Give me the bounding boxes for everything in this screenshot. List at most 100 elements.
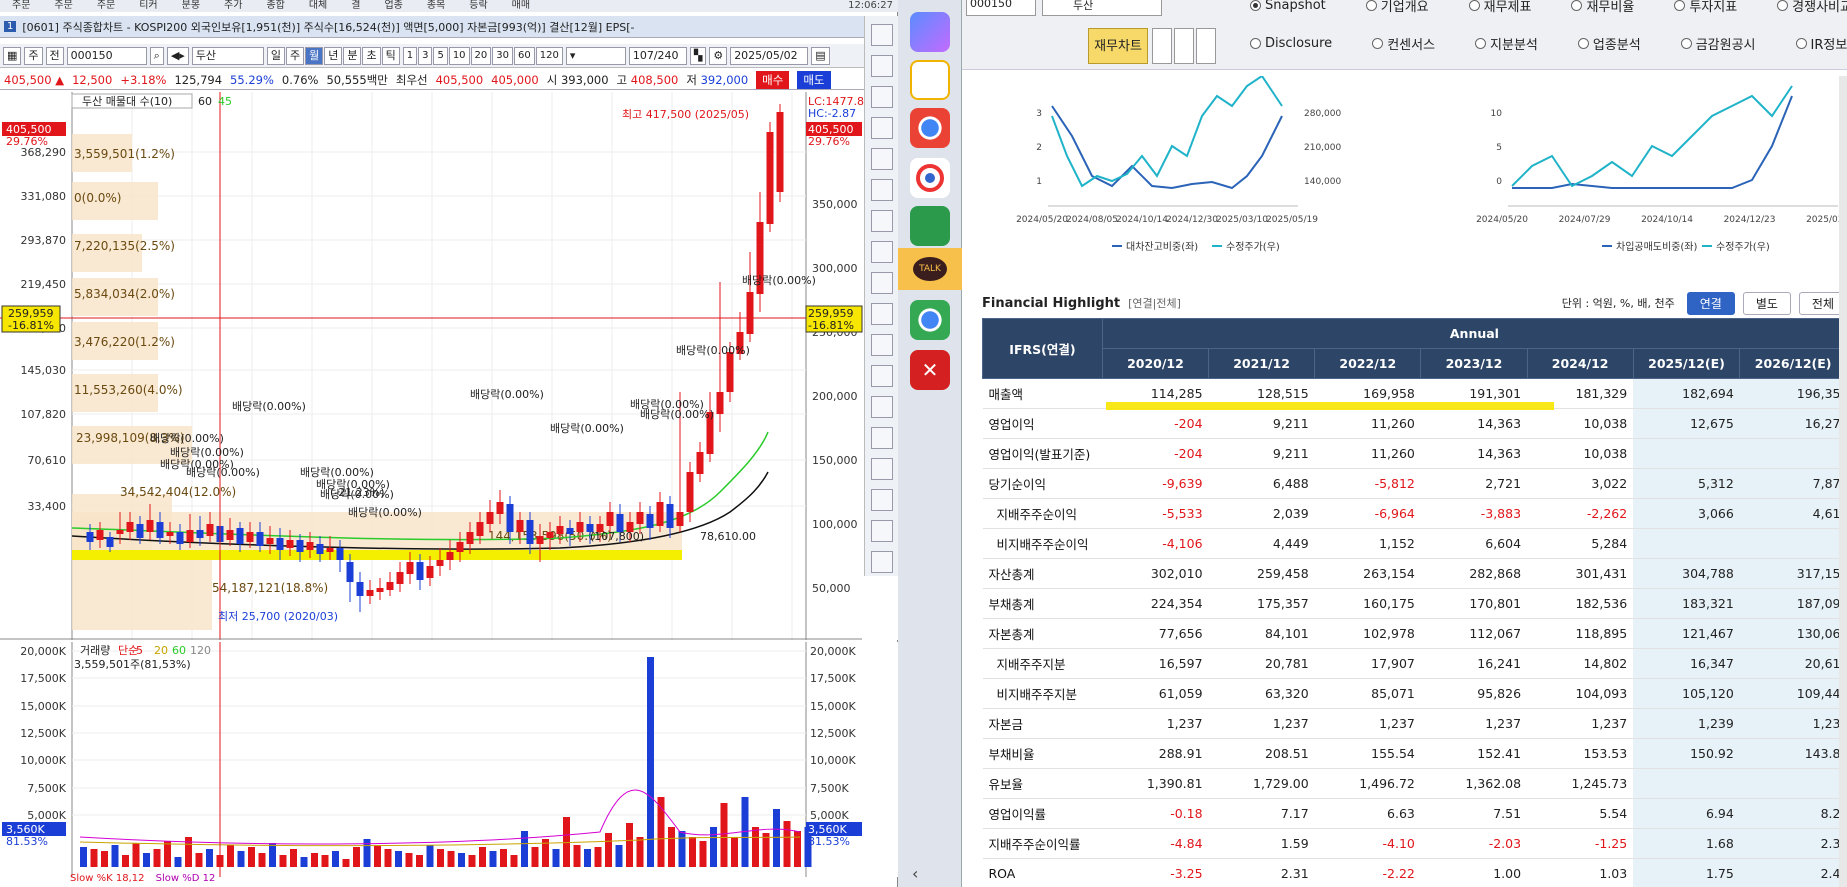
table-cell: 4,61 <box>1739 498 1847 529</box>
menu-item[interactable]: 종합 <box>254 1 296 11</box>
interval-tab[interactable]: 5 <box>433 46 448 65</box>
interval-tab[interactable]: 30 <box>492 46 514 65</box>
sell-button[interactable]: 매도 <box>797 70 831 89</box>
report-radio[interactable]: 투자지표 <box>1674 0 1737 15</box>
drawing-tool-button[interactable] <box>871 458 893 480</box>
drawing-tool-button[interactable] <box>871 427 893 449</box>
menu-item[interactable]: 등락 <box>457 1 499 11</box>
chart-tools-icon[interactable]: ▚ <box>689 46 707 65</box>
report-radio[interactable]: 재무비율 <box>1571 0 1634 15</box>
chrome-profile-icon[interactable] <box>910 300 950 340</box>
vertical-scrollbar[interactable] <box>1839 76 1847 887</box>
interval-tab[interactable]: 10 <box>448 46 470 65</box>
company-code-input[interactable]: 000150 <box>966 0 1036 16</box>
drawing-tool-button[interactable] <box>871 520 893 542</box>
report-radio[interactable]: 재무제표 <box>1468 0 1531 15</box>
drawing-tool-button[interactable] <box>871 365 893 387</box>
interval-select[interactable]: ▾ <box>565 46 626 65</box>
search-icon[interactable]: ⌕ <box>149 46 164 65</box>
report-radio[interactable]: Disclosure <box>1250 34 1332 53</box>
grid-icon[interactable]: ▦ <box>3 46 22 65</box>
mini-legend-item: 수정주가(우) <box>1226 241 1280 253</box>
drawing-tool-button[interactable] <box>871 334 893 356</box>
chrome-icon[interactable] <box>910 108 950 148</box>
price-chart[interactable]: 368,290331,080293,870219,450182,240145,0… <box>0 92 898 640</box>
bar-count-field[interactable]: 107/240 <box>628 46 687 65</box>
kakaotalk-icon[interactable]: TALK <box>898 248 962 290</box>
period-tab[interactable]: 주 <box>285 46 305 65</box>
menu-item[interactable]: 종목 <box>415 1 457 11</box>
menu-item[interactable]: 주문 <box>0 1 42 11</box>
drawing-tool-button[interactable] <box>871 55 893 77</box>
menu-item[interactable]: 업종 <box>372 1 414 11</box>
menu-item[interactable]: 주문 <box>42 1 84 11</box>
period-tab[interactable]: 초 <box>362 46 381 65</box>
copilot-icon[interactable] <box>910 12 950 52</box>
drawing-tool-button[interactable] <box>871 210 893 232</box>
report-radio[interactable]: 기업개요 <box>1365 0 1429 15</box>
date-field[interactable]: 2025/05/02 <box>730 46 809 65</box>
separate-button[interactable]: 별도 <box>1742 291 1791 315</box>
drawing-tool-button[interactable] <box>871 303 893 325</box>
volume-bar <box>668 827 675 867</box>
drawing-tool-button[interactable] <box>871 24 893 46</box>
buy-button[interactable]: 매수 <box>756 70 790 89</box>
period-tab[interactable]: 틱 <box>381 46 400 65</box>
menu-item[interactable]: 분봉 <box>170 1 212 11</box>
securities-app-icon[interactable]: ✕ <box>910 350 950 390</box>
drawing-tool-button[interactable] <box>871 148 893 170</box>
interval-tab[interactable]: 1 <box>402 46 418 65</box>
mini-x-tick: 2024/05/20 <box>1016 215 1068 225</box>
folder-icon[interactable] <box>910 60 950 100</box>
consolidated-button[interactable]: 연결 <box>1686 291 1735 315</box>
report-radio[interactable]: 업종분석 <box>1577 34 1641 53</box>
drawing-tool-button[interactable] <box>871 396 893 418</box>
period-tab[interactable]: 년 <box>324 46 343 65</box>
zoom-button[interactable] <box>1196 28 1216 64</box>
table-row: 부채총계 224,354 175,357 160,175 170,801 182,536 1… <box>982 588 1847 619</box>
financial-chart-tab[interactable]: 재무차트 <box>1088 28 1148 64</box>
interval-tab[interactable]: 60 <box>514 46 535 65</box>
report-radio[interactable]: 금감원공시 <box>1680 34 1756 53</box>
menu-item[interactable]: 대체 <box>297 1 339 11</box>
candle <box>526 520 534 544</box>
drawing-tool-button[interactable] <box>871 272 893 294</box>
fit-button[interactable] <box>1174 28 1194 64</box>
report-radio[interactable]: 컨센서스 <box>1372 34 1435 53</box>
report-radio[interactable]: 경쟁사비교 <box>1777 0 1847 15</box>
menu-item[interactable]: 매매 <box>500 1 542 11</box>
speaker-icon[interactable]: ◀▸ <box>166 46 189 65</box>
font-size-button[interactable] <box>1152 28 1172 64</box>
code-type-select[interactable]: 전 <box>45 46 64 65</box>
period-tab[interactable]: 월 <box>305 46 324 65</box>
drawing-tool-button[interactable] <box>871 489 893 511</box>
period-tab[interactable]: 분 <box>343 46 362 65</box>
menu-item[interactable]: 주문 <box>85 1 127 11</box>
drawing-tool-button[interactable] <box>871 179 893 201</box>
menu-item[interactable]: 티커 <box>127 1 169 11</box>
stock-name-field[interactable]: 두산 <box>191 46 264 65</box>
candle <box>286 540 294 548</box>
period-tab[interactable]: 일 <box>266 46 285 65</box>
drawing-tool-button[interactable] <box>871 117 893 139</box>
settings-icon[interactable]: ⚙ <box>709 46 728 65</box>
drawing-tool-button[interactable] <box>871 551 893 573</box>
calendar-icon[interactable]: ▤ <box>811 46 830 65</box>
menu-item[interactable]: 주가 <box>212 1 254 11</box>
menu-item[interactable]: 결 <box>339 1 372 11</box>
code-prefix[interactable]: 주 <box>24 46 43 65</box>
volume-chart[interactable]: 20,000K 20,000K 17,500K 17,500K 15,000K 15,00… <box>0 642 898 877</box>
stock-code-input[interactable]: 000150 <box>66 46 147 65</box>
drawing-tool-button[interactable] <box>871 241 893 263</box>
company-name-field[interactable]: 두산 <box>1042 0 1162 16</box>
chevron-left-icon[interactable]: ‹ <box>912 864 918 883</box>
drawing-tool-button[interactable] <box>871 86 893 108</box>
report-radio[interactable]: Snapshot <box>1250 0 1326 15</box>
interval-tab[interactable]: 20 <box>470 46 492 65</box>
chart-app-icon[interactable] <box>910 206 950 246</box>
interval-tab[interactable]: 3 <box>418 46 433 65</box>
report-radio[interactable]: IR정보 <box>1795 34 1847 53</box>
report-radio[interactable]: 지분분석 <box>1475 34 1538 53</box>
interval-tab[interactable]: 120 <box>535 46 563 65</box>
app-icon[interactable] <box>910 158 950 198</box>
